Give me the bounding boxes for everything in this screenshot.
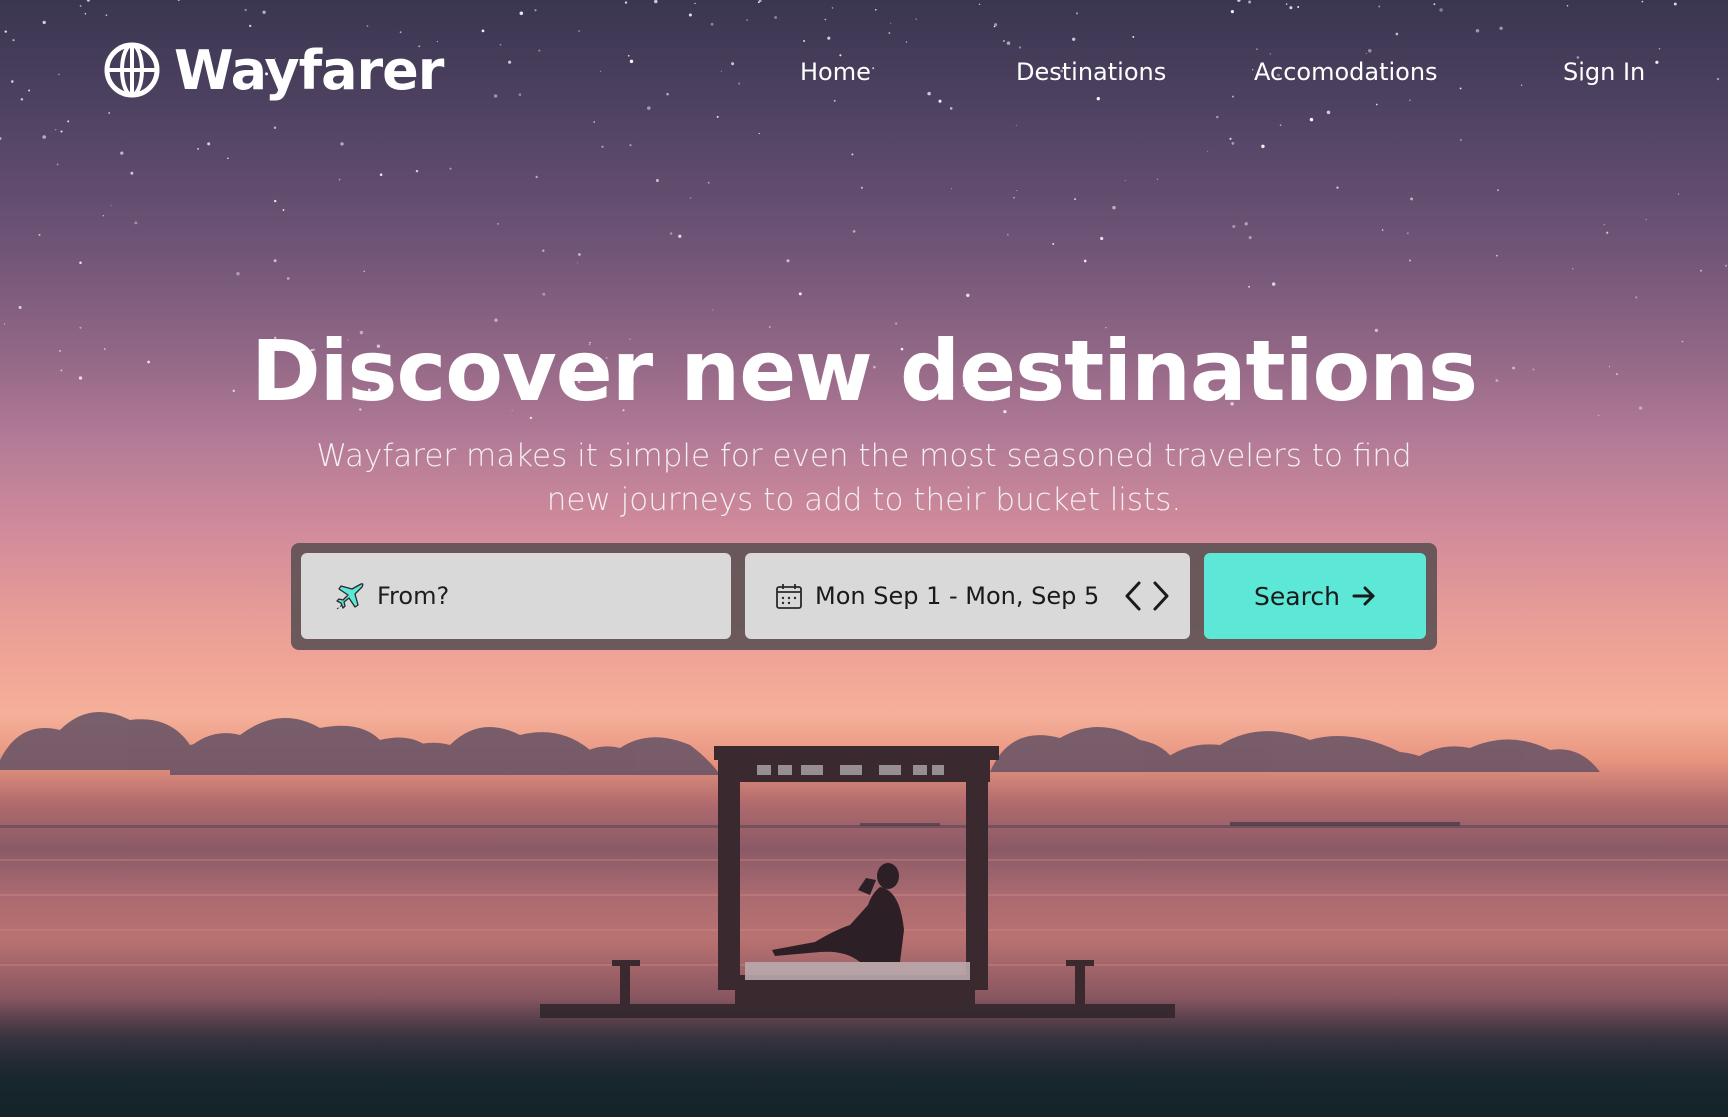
date-nav-arrows [1121,578,1173,614]
search-button[interactable]: Search [1204,553,1426,639]
brand-name: Wayfarer [174,38,444,102]
nav-accommodations-link[interactable]: Accomodations [1254,58,1438,86]
nav-home-link[interactable]: Home [800,58,871,86]
arrow-right-icon [1352,586,1375,606]
hero-subcopy: Wayfarer makes it simple for even the mo… [316,438,1412,518]
airplane-icon [336,583,364,610]
from-field[interactable] [301,553,731,639]
brand-logo[interactable]: Wayfarer [104,34,444,106]
globe-icon [104,42,160,98]
date-next-button[interactable] [1149,578,1173,614]
chevron-left-icon [1125,581,1141,611]
nav-destinations-link[interactable]: Destinations [1016,58,1166,86]
date-prev-button[interactable] [1121,578,1145,614]
sign-in-link[interactable]: Sign In [1563,58,1645,86]
search-button-label: Search [1254,581,1340,611]
chevron-right-icon [1153,581,1169,611]
date-range-field[interactable]: Mon Sep 1 - Mon, Sep 5 [745,553,1190,639]
date-range-text: Mon Sep 1 - Mon, Sep 5 [815,582,1100,610]
from-input[interactable] [377,582,677,610]
search-bar: Mon Sep 1 - Mon, Sep 5 Search [291,543,1437,650]
hero-headline: Discover new destinations [250,322,1478,420]
calendar-icon [776,584,802,609]
hero-section: Wayfarer Home Destinations Accomodations… [0,0,1728,1117]
